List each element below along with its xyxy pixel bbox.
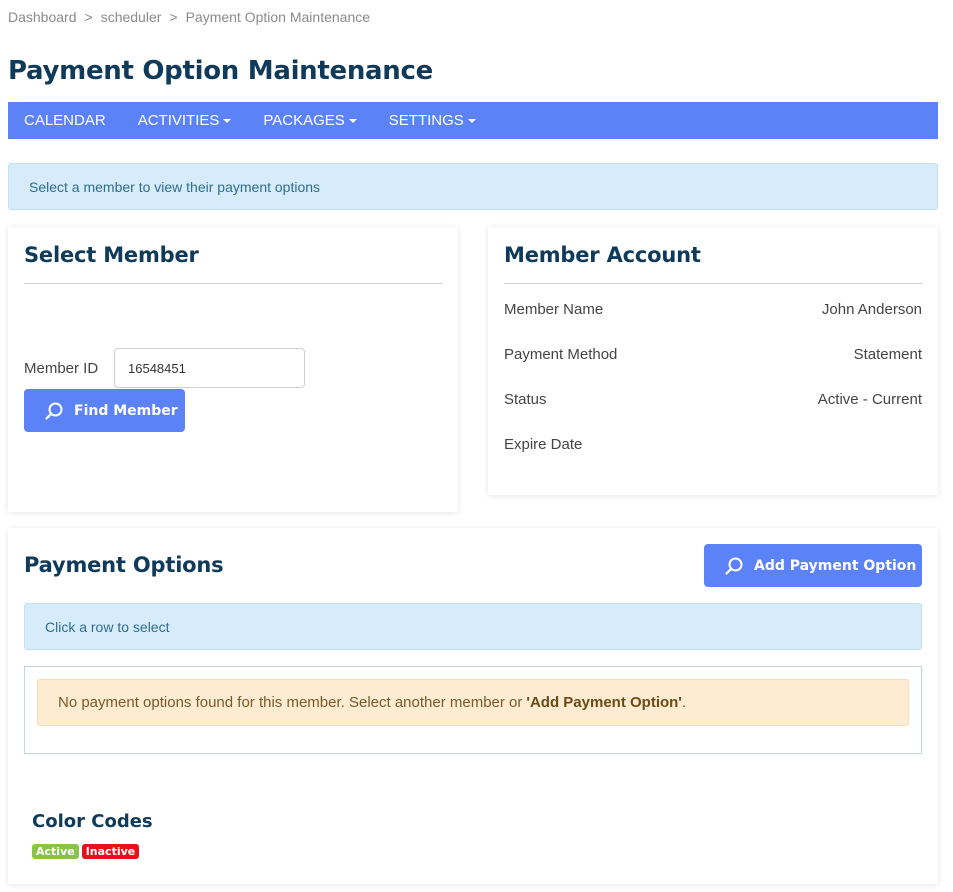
expire-date-label: Expire Date — [504, 436, 583, 453]
find-member-button[interactable]: Find Member — [24, 389, 185, 432]
row-select-hint: Click a row to select — [24, 603, 922, 650]
breadcrumb-separator: > — [84, 9, 93, 25]
member-account-card: Member Account Member Name John Anderson… — [488, 227, 938, 495]
info-alert-text: Select a member to view their payment op… — [29, 178, 321, 195]
status-label: Status — [504, 391, 547, 408]
divider — [24, 283, 442, 284]
payment-method-label: Payment Method — [504, 346, 618, 363]
search-icon — [725, 557, 743, 575]
main-navbar: CALENDAR ACTIVITIES PACKAGES SETTINGS — [8, 102, 938, 139]
row-select-hint-text: Click a row to select — [45, 618, 170, 635]
status-value: Active - Current — [817, 391, 922, 408]
select-member-card: Select Member Member ID Find Member — [8, 227, 458, 512]
color-codes-legend: Active Inactive — [32, 844, 142, 859]
nav-activities-label: ACTIVITIES — [137, 112, 220, 129]
select-member-title: Select Member — [24, 243, 199, 267]
payment-method-value: Statement — [853, 346, 922, 363]
add-payment-option-button[interactable]: Add Payment Option — [704, 544, 922, 587]
member-name-row: Member Name John Anderson — [504, 301, 922, 318]
payment-options-card: Payment Options Add Payment Option Click… — [8, 528, 938, 884]
nav-packages[interactable]: PACKAGES — [263, 112, 357, 129]
breadcrumb-scheduler[interactable]: scheduler — [101, 9, 162, 25]
breadcrumb-current: Payment Option Maintenance — [185, 9, 371, 25]
nav-settings[interactable]: SETTINGS — [389, 112, 476, 129]
nav-calendar-label: CALENDAR — [24, 112, 106, 129]
color-codes-title: Color Codes — [32, 811, 153, 832]
caret-down-icon — [223, 119, 232, 123]
status-row: Status Active - Current — [504, 391, 922, 408]
breadcrumb-dashboard[interactable]: Dashboard — [8, 9, 77, 25]
caret-down-icon — [348, 119, 357, 123]
member-id-label: Member ID — [24, 360, 99, 377]
caret-down-icon — [467, 119, 476, 123]
member-id-input[interactable] — [114, 348, 305, 388]
info-alert: Select a member to view their payment op… — [8, 163, 938, 210]
payment-options-title: Payment Options — [24, 553, 224, 577]
member-name-value: John Anderson — [821, 301, 922, 318]
find-member-label: Find Member — [74, 402, 178, 419]
empty-state-alert: No payment options found for this member… — [37, 679, 909, 726]
search-icon — [45, 402, 63, 420]
inactive-badge: Inactive — [81, 844, 140, 859]
divider — [504, 283, 922, 284]
member-account-title: Member Account — [504, 243, 701, 267]
add-payment-option-label: Add Payment Option — [754, 557, 917, 574]
nav-packages-label: PACKAGES — [263, 112, 345, 129]
page-title: Payment Option Maintenance — [8, 56, 433, 86]
member-name-label: Member Name — [504, 301, 604, 318]
nav-settings-label: SETTINGS — [388, 112, 464, 129]
breadcrumb-separator: > — [169, 9, 178, 25]
empty-state-emphasis: 'Add Payment Option' — [526, 694, 682, 711]
expire-date-row: Expire Date — [504, 436, 922, 453]
payment-options-table: No payment options found for this member… — [24, 666, 922, 754]
empty-state-text: No payment options found for this member… — [58, 694, 523, 711]
nav-calendar[interactable]: CALENDAR — [24, 112, 106, 129]
empty-state-suffix: . — [681, 694, 687, 711]
nav-activities[interactable]: ACTIVITIES — [138, 112, 232, 129]
payment-method-row: Payment Method Statement — [504, 346, 922, 363]
breadcrumb: Dashboard > scheduler > Payment Option M… — [8, 9, 370, 25]
active-badge: Active — [32, 844, 79, 859]
